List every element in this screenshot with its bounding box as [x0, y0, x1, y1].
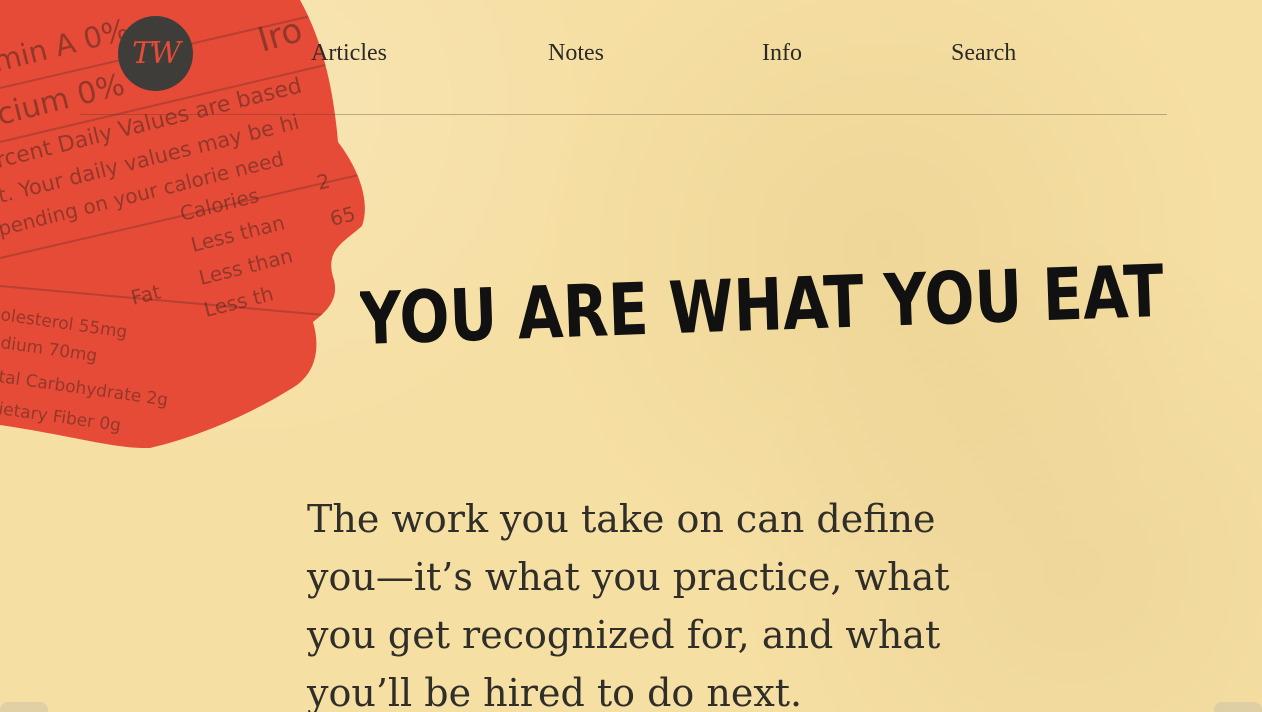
- nutrition-label-profile-illustration: min A 0% Iro cium 0% rcent Daily Values …: [0, 0, 365, 449]
- page-title-text: YOU ARE WHAT YOU EAT: [360, 262, 1165, 361]
- nav-link-articles[interactable]: Articles: [311, 37, 387, 69]
- nav-link-search[interactable]: Search: [951, 37, 1016, 69]
- header-divider: [80, 114, 1167, 115]
- page-title: YOU ARE WHAT YOU EAT: [360, 262, 1165, 361]
- site-logo[interactable]: TW: [118, 16, 193, 91]
- logo-monogram: TW: [132, 36, 181, 71]
- bottom-left-corner: [0, 702, 48, 712]
- article-intro: The work you take on can define you—it’s…: [307, 497, 950, 712]
- nav-link-info[interactable]: Info: [762, 37, 802, 69]
- bottom-right-corner: [1214, 702, 1262, 712]
- nav-link-notes[interactable]: Notes: [548, 37, 604, 69]
- main-navigation: Articles Notes Info Search: [311, 37, 1167, 69]
